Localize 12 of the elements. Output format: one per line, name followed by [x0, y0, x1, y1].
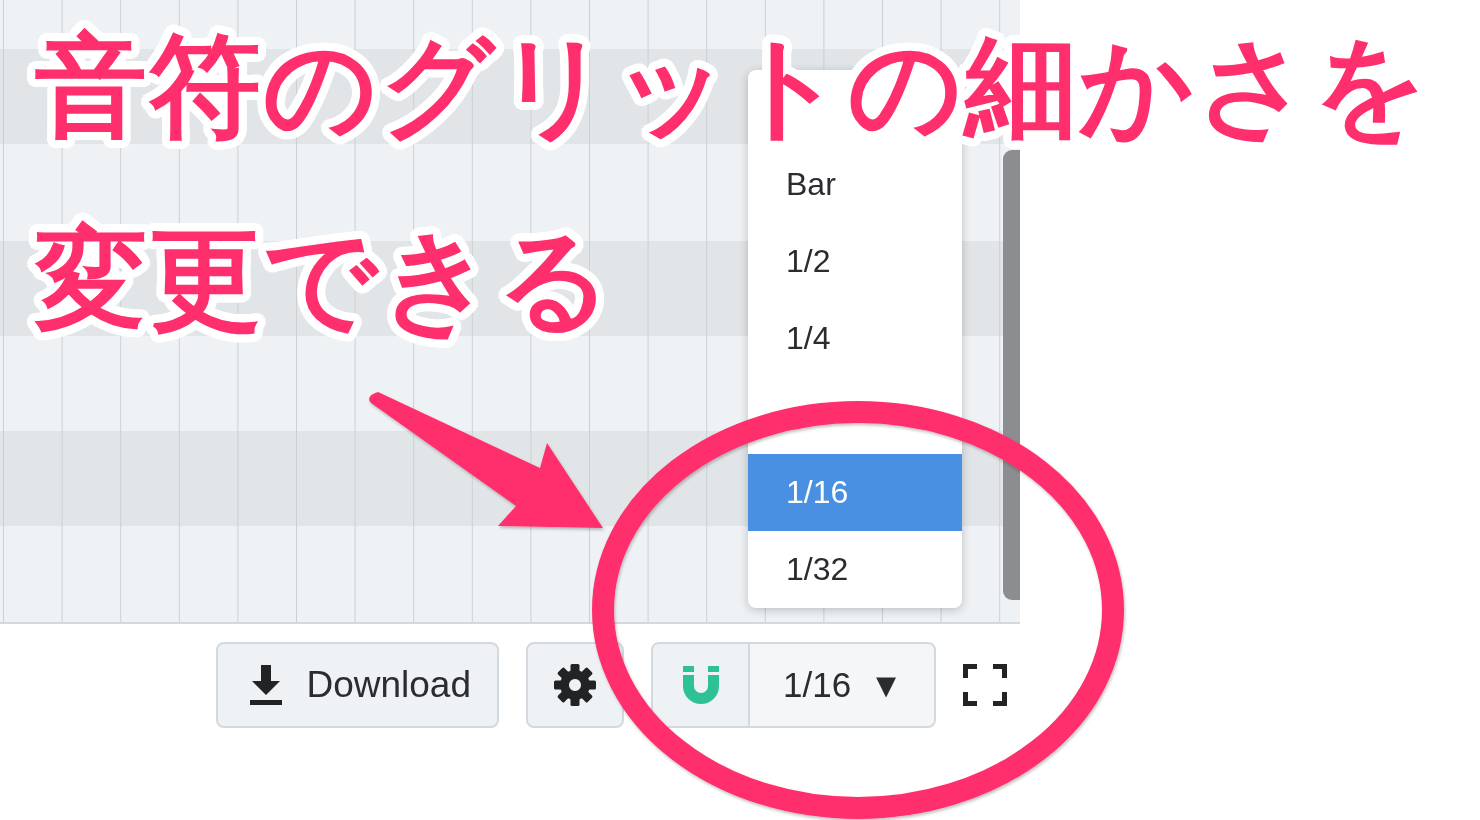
settings-icon	[554, 664, 596, 706]
menu-item[interactable]: 1/4	[748, 300, 962, 377]
menu-item[interactable]: 1/2	[748, 223, 962, 300]
fullscreen-icon[interactable]	[963, 664, 1007, 706]
scrollbar-thumb[interactable]	[1003, 150, 1020, 600]
menu-item[interactable]: Bar	[748, 146, 962, 223]
annotation-caption: 変更できる	[33, 222, 615, 339]
download-icon	[248, 665, 285, 705]
annotation-caption: 音符のグリットの細かさを	[34, 29, 1431, 146]
download-button[interactable]: Download	[216, 642, 499, 728]
grid-select[interactable]: 1/16 ▼	[749, 642, 936, 728]
menu-item[interactable]: 1/32	[748, 531, 962, 608]
